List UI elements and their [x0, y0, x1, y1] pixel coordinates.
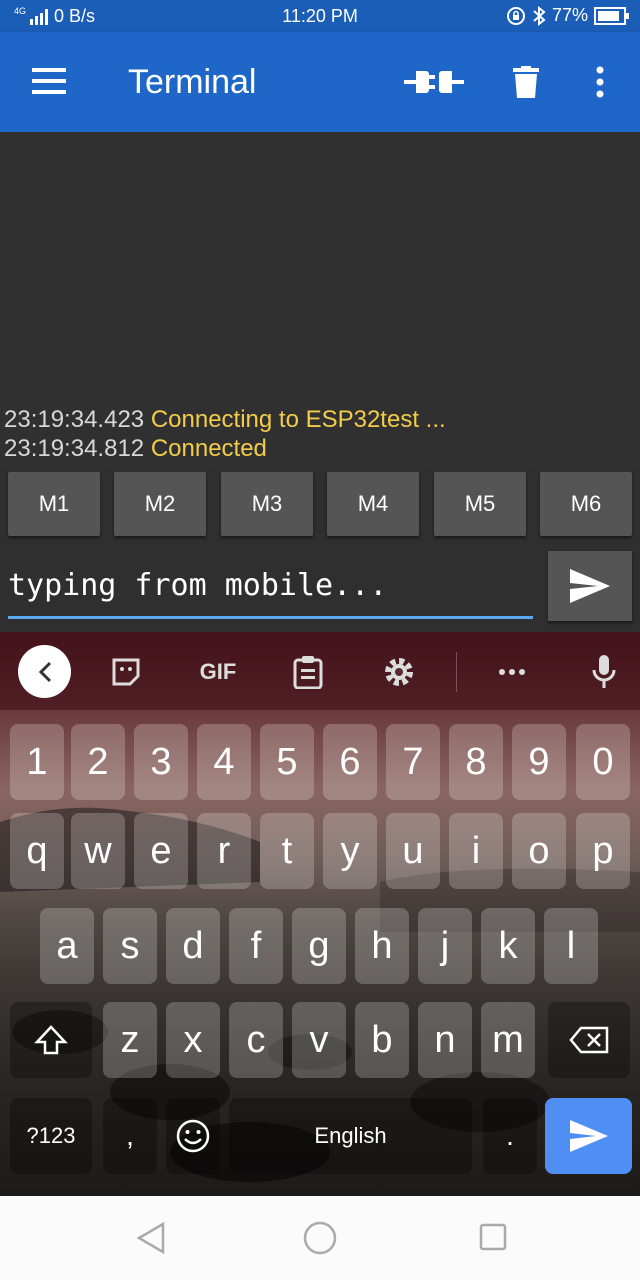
key-7[interactable]: 7 [386, 724, 440, 800]
key-e[interactable]: e [134, 813, 188, 889]
key-2[interactable]: 2 [71, 724, 125, 800]
key-o[interactable]: o [512, 813, 566, 889]
recents-square-icon[interactable] [479, 1223, 507, 1251]
battery-percent: 77% [551, 5, 588, 25]
key-4[interactable]: 4 [197, 724, 251, 800]
mic-icon[interactable] [586, 654, 622, 690]
macro-button-m5[interactable]: M5 [434, 472, 526, 536]
macro-button-m4[interactable]: M4 [327, 472, 419, 536]
status-right: 77% [506, 5, 630, 26]
key-p[interactable]: p [576, 813, 630, 889]
key-q[interactable]: q [10, 813, 64, 889]
gif-icon[interactable]: GIF [196, 654, 240, 690]
enter-key[interactable] [545, 1098, 632, 1174]
key-1[interactable]: 1 [10, 724, 64, 800]
home-circle-icon[interactable] [303, 1221, 337, 1255]
key-w[interactable]: w [71, 813, 125, 889]
toolbar-divider [456, 652, 457, 692]
menu-icon[interactable] [32, 68, 66, 99]
emoji-icon [176, 1119, 210, 1153]
keyboard-toolbar: GIF [0, 632, 640, 710]
log-line: 23:19:34.812 Connected [4, 435, 267, 463]
backspace-key[interactable] [548, 1002, 630, 1078]
sticker-icon[interactable] [108, 654, 144, 690]
key-s[interactable]: s [103, 908, 157, 984]
key-a[interactable]: a [40, 908, 94, 984]
page-title: Terminal [128, 63, 257, 101]
log-timestamp: 23:19:34.812 [4, 435, 145, 462]
key-5[interactable]: 5 [260, 724, 314, 800]
key-l[interactable]: l [544, 908, 598, 984]
key-6[interactable]: 6 [323, 724, 377, 800]
more-vert-icon[interactable] [596, 66, 604, 103]
app-bar: Terminal [0, 32, 640, 132]
battery-icon [594, 6, 629, 25]
trash-icon[interactable] [513, 66, 539, 103]
key-h[interactable]: h [355, 908, 409, 984]
space-key[interactable]: English [229, 1098, 472, 1174]
key-f[interactable]: f [229, 908, 283, 984]
key-g[interactable]: g [292, 908, 346, 984]
send-icon [570, 569, 610, 603]
back-icon[interactable] [18, 645, 71, 698]
log-message: Connected [150, 435, 267, 462]
key-m[interactable]: m [481, 1002, 535, 1078]
soft-keyboard: GIF 1 2 3 4 5 6 7 8 9 0 q w e r t y u i … [0, 632, 640, 1196]
key-c[interactable]: c [229, 1002, 283, 1078]
key-y[interactable]: y [323, 813, 377, 889]
key-d[interactable]: d [166, 908, 220, 984]
macro-button-m2[interactable]: M2 [114, 472, 206, 536]
key-0[interactable]: 0 [576, 724, 630, 800]
connect-plug-icon[interactable] [404, 65, 464, 104]
macro-button-m3[interactable]: M3 [221, 472, 313, 536]
key-t[interactable]: t [260, 813, 314, 889]
send-button[interactable] [548, 551, 632, 621]
macro-button-m6[interactable]: M6 [540, 472, 632, 536]
key-k[interactable]: k [481, 908, 535, 984]
key-x[interactable]: x [166, 1002, 220, 1078]
key-r[interactable]: r [197, 813, 251, 889]
macro-button-m1[interactable]: M1 [8, 472, 100, 536]
key-i[interactable]: i [449, 813, 503, 889]
clipboard-icon[interactable] [290, 654, 326, 690]
send-text-input[interactable]: typing from mobile... [8, 556, 533, 619]
key-z[interactable]: z [103, 1002, 157, 1078]
period-key[interactable]: . [483, 1098, 537, 1174]
rotation-lock-icon [506, 6, 525, 25]
status-bar: 4G 0 B/s 11:20 PM 77% [0, 0, 640, 32]
terminal-output: 23:19:34.423 Connecting to ESP32test ...… [0, 132, 640, 470]
system-nav-bar [0, 1196, 640, 1280]
key-b[interactable]: b [355, 1002, 409, 1078]
key-u[interactable]: u [386, 813, 440, 889]
log-timestamp: 23:19:34.423 [4, 406, 145, 433]
back-triangle-icon[interactable] [136, 1222, 166, 1254]
symbols-key[interactable]: ?123 [10, 1098, 92, 1174]
shift-icon [34, 1025, 68, 1055]
send-arrow-icon [569, 1120, 608, 1152]
key-9[interactable]: 9 [512, 724, 566, 800]
comma-key[interactable]: , [103, 1098, 157, 1174]
more-horiz-icon[interactable] [494, 654, 530, 690]
key-8[interactable]: 8 [449, 724, 503, 800]
key-n[interactable]: n [418, 1002, 472, 1078]
log-line: 23:19:34.423 Connecting to ESP32test ... [4, 406, 446, 434]
key-j[interactable]: j [418, 908, 472, 984]
bluetooth-icon [533, 5, 546, 26]
log-message: Connecting to ESP32test ... [150, 406, 446, 433]
emoji-key[interactable] [166, 1098, 220, 1174]
key-3[interactable]: 3 [134, 724, 188, 800]
key-v[interactable]: v [292, 1002, 346, 1078]
gear-icon[interactable] [381, 654, 417, 690]
backspace-icon [569, 1026, 609, 1054]
shift-key[interactable] [10, 1002, 92, 1078]
